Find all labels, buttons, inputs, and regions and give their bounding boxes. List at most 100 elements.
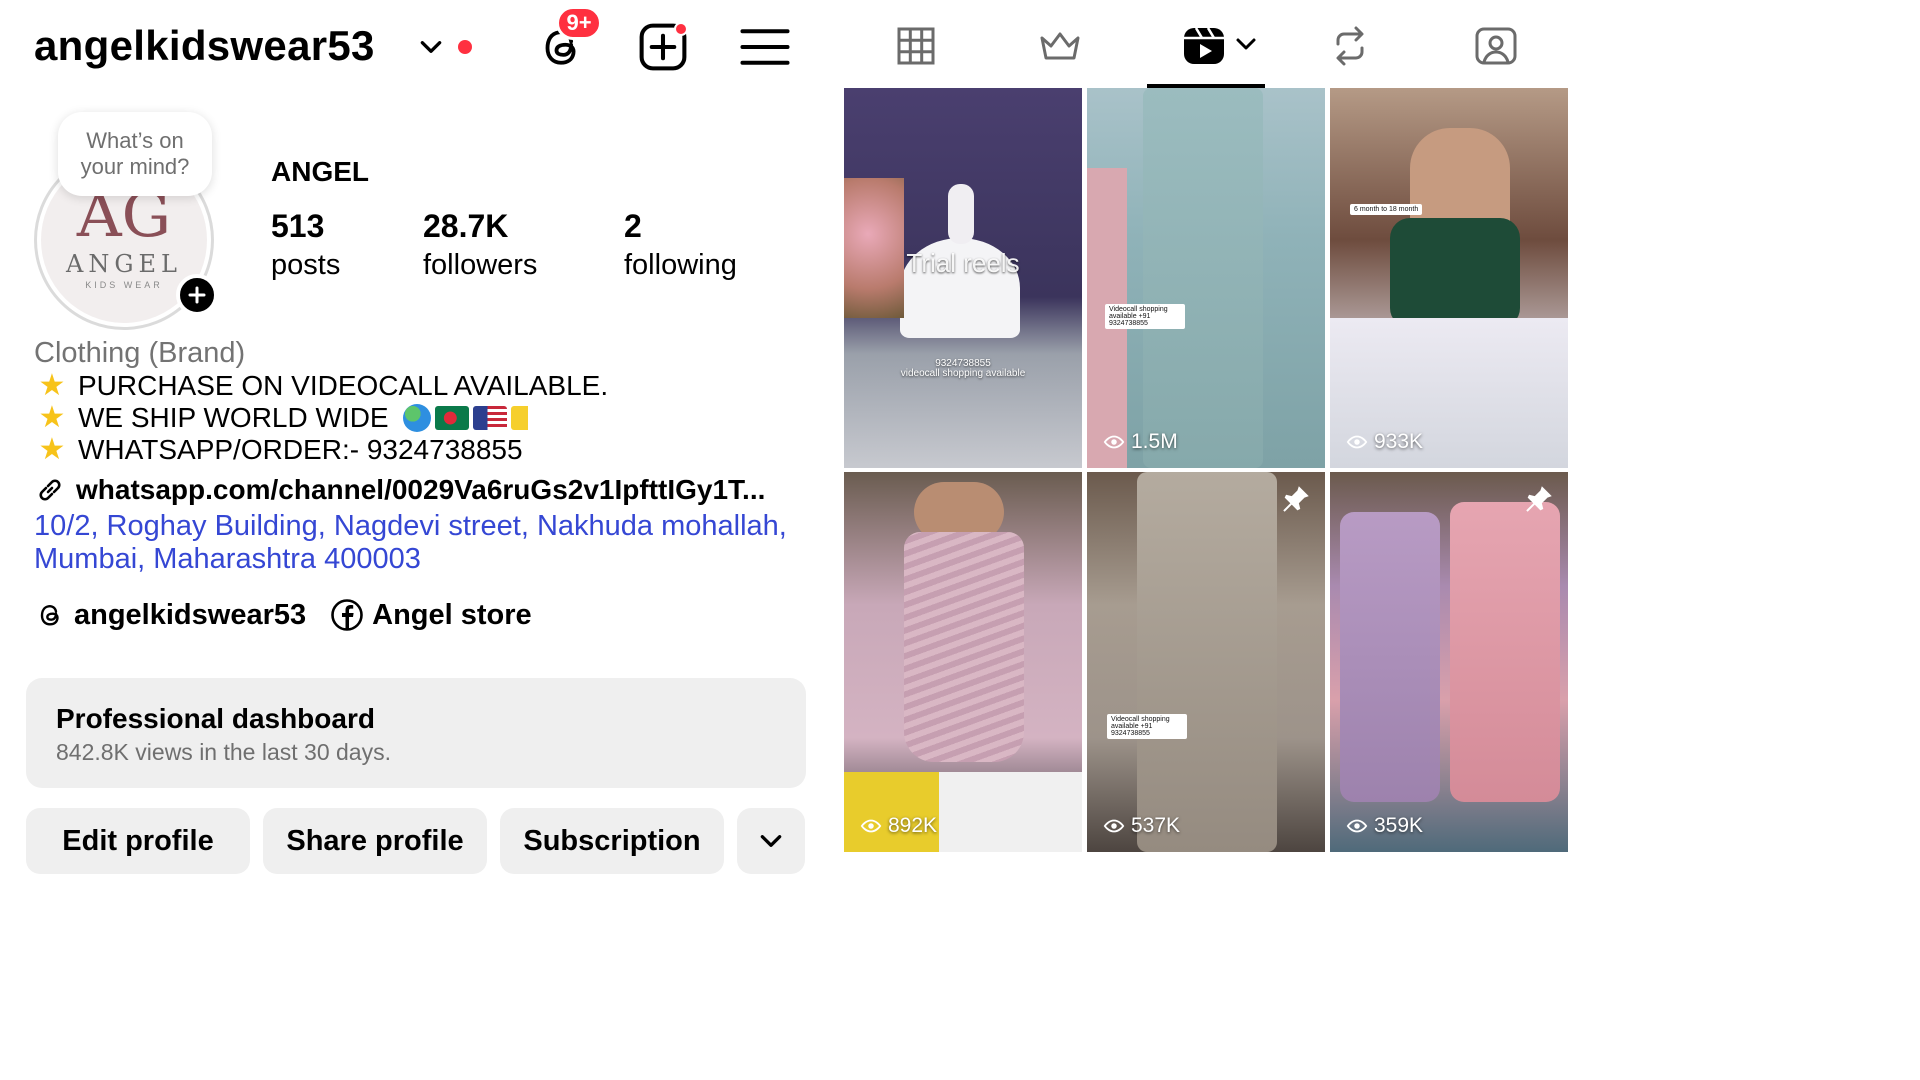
tile-image (1450, 502, 1560, 802)
reels-tab-icon[interactable] (1180, 22, 1228, 70)
subscription-button[interactable]: Subscription (500, 808, 724, 874)
tile-image (1340, 512, 1440, 802)
reel-tile[interactable]: Videocall shopping available +91 9324738… (1087, 88, 1325, 468)
stat-posts-label: posts (271, 249, 341, 281)
tagged-tab-icon[interactable] (1472, 22, 1520, 70)
chevron-down-icon[interactable] (418, 34, 444, 60)
reel-tile[interactable]: 359K (1330, 472, 1568, 852)
eye-icon (860, 819, 882, 833)
threads-icon (40, 605, 59, 626)
tile-image (1137, 472, 1277, 852)
reels-filter-chevron-icon[interactable] (1234, 32, 1258, 56)
top-bar: angelkidswear53 9+ (34, 6, 804, 78)
avatar-brand-sub: KIDS WEAR (85, 280, 163, 290)
bio-link[interactable]: whatsapp.com/channel/0029Va6ruGs2v1Ipftt… (34, 472, 824, 508)
view-count-text: 933K (1374, 430, 1424, 453)
account-switcher-username[interactable]: angelkidswear53 (34, 22, 375, 70)
usa-flag-icon (472, 406, 507, 430)
globe-emoji-icon (402, 404, 431, 432)
tile-image (904, 532, 1024, 762)
avatar-brand-name: ANGEL (66, 250, 182, 278)
view-count: 1.5M (1103, 430, 1178, 454)
stat-posts-value: 513 (271, 208, 325, 244)
social-links: angelkidswear53 Angel store (34, 598, 532, 632)
bio-link-text: whatsapp.com/channel/0029Va6ruGs2v1Ipftt… (76, 474, 766, 505)
star-emoji-icon: ★ (38, 433, 66, 466)
bio-line-text: PURCHASE ON VIDEOCALL AVAILABLE. (78, 370, 609, 401)
stat-following[interactable]: 2 following (624, 206, 737, 284)
view-count: 537K (1103, 814, 1180, 838)
pin-icon (1526, 486, 1552, 512)
view-count: 359K (1346, 814, 1423, 838)
tile-image (948, 184, 974, 244)
flag-emojis (402, 404, 545, 432)
add-story-button[interactable] (176, 274, 218, 316)
threads-profile-link[interactable]: angelkidswear53 (34, 599, 306, 632)
reel-tile[interactable]: Trial reels 9324738855 videocall shoppin… (844, 88, 1082, 468)
grid-tab-icon[interactable] (892, 22, 940, 70)
vatican-flag-icon (510, 406, 545, 430)
facebook-page-link[interactable]: Angel store (330, 598, 532, 632)
content-panel: Trial reels 9324738855 videocall shoppin… (844, 0, 1568, 882)
star-emoji-icon: ★ (38, 369, 66, 402)
create-unread-dot (674, 22, 688, 36)
tile-tag: Videocall shopping available +91 9324738… (1107, 714, 1187, 739)
menu-icon[interactable] (738, 20, 792, 74)
view-count-text: 359K (1374, 814, 1424, 837)
facebook-page-name: Angel store (372, 598, 532, 631)
tile-image (1143, 88, 1263, 468)
suggested-accounts-button[interactable] (737, 808, 805, 874)
reels-grid: Trial reels 9324738855 videocall shoppin… (844, 88, 1568, 882)
bio-line: ★ PURCHASE ON VIDEOCALL AVAILABLE. (34, 370, 824, 402)
profile-panel: angelkidswear53 9+ AG ANGEL KIDS WEAR Wh… (0, 0, 840, 882)
edit-profile-button[interactable]: Edit profile (26, 808, 250, 874)
chevron-down-icon (760, 835, 782, 847)
professional-dashboard-card[interactable]: Professional dashboard 842.8K views in t… (26, 678, 806, 788)
bio-line: ★ WE SHIP WORLD WIDE (34, 402, 824, 434)
tile-tag: Videocall shopping available +91 9324738… (1105, 304, 1185, 329)
dashboard-title: Professional dashboard (56, 703, 375, 734)
eye-icon (1346, 435, 1368, 449)
content-tabs (844, 0, 1568, 88)
plus-icon (188, 286, 206, 304)
subscriptions-crown-tab-icon[interactable] (1036, 22, 1084, 70)
reposts-tab-icon[interactable] (1326, 22, 1374, 70)
bio: Clothing (Brand) ★ PURCHASE ON VIDEOCALL… (34, 336, 824, 576)
threads-handle: angelkidswear53 (74, 598, 307, 631)
note-bubble[interactable]: What’s on your mind? (58, 112, 212, 196)
bio-line: ★ WHATSAPP/ORDER:- 9324738855 (34, 434, 824, 466)
stat-followers-label: followers (423, 249, 538, 281)
view-count-text: 892K (888, 814, 938, 837)
stat-following-label: following (624, 249, 737, 281)
instagram-profile-screen: angelkidswear53 9+ AG ANGEL KIDS WEAR Wh… (0, 0, 1568, 882)
tile-image (1390, 218, 1520, 328)
eye-icon (1103, 819, 1125, 833)
facebook-icon (331, 599, 363, 631)
share-profile-button[interactable]: Share profile (263, 808, 487, 874)
reel-tile[interactable]: Videocall shopping available +91 9324738… (1087, 472, 1325, 852)
view-count: 892K (860, 814, 937, 838)
notification-badge: 9+ (556, 6, 602, 40)
stat-following-value: 2 (624, 208, 642, 244)
link-icon (39, 479, 61, 501)
stat-followers[interactable]: 28.7K followers (423, 206, 537, 284)
stat-followers-value: 28.7K (423, 208, 509, 244)
display-name: ANGEL (271, 156, 369, 187)
tile-overlay-caption: videocall shopping available (900, 368, 1026, 379)
dashboard-subtitle: 842.8K views in the last 30 days. (56, 739, 391, 765)
view-count-text: 1.5M (1131, 430, 1178, 453)
reel-tile[interactable]: 892K (844, 472, 1082, 852)
view-count-text: 537K (1131, 814, 1181, 837)
category-label: Clothing (Brand) (34, 337, 246, 369)
stat-posts[interactable]: 513 posts (271, 206, 340, 284)
tile-image (844, 772, 1082, 852)
reel-tile[interactable]: 6 month to 18 month 933K (1330, 88, 1568, 468)
trial-reels-label: Trial reels (906, 248, 1020, 278)
tile-tag: 6 month to 18 month (1350, 204, 1423, 215)
bio-line-text: WE SHIP WORLD WIDE (78, 402, 389, 433)
pin-icon (1283, 486, 1309, 512)
eye-icon (1346, 819, 1368, 833)
star-emoji-icon: ★ (38, 401, 66, 434)
address-link[interactable]: 10/2, Roghay Building, Nagdevi street, N… (34, 510, 824, 576)
eye-icon (1103, 435, 1125, 449)
